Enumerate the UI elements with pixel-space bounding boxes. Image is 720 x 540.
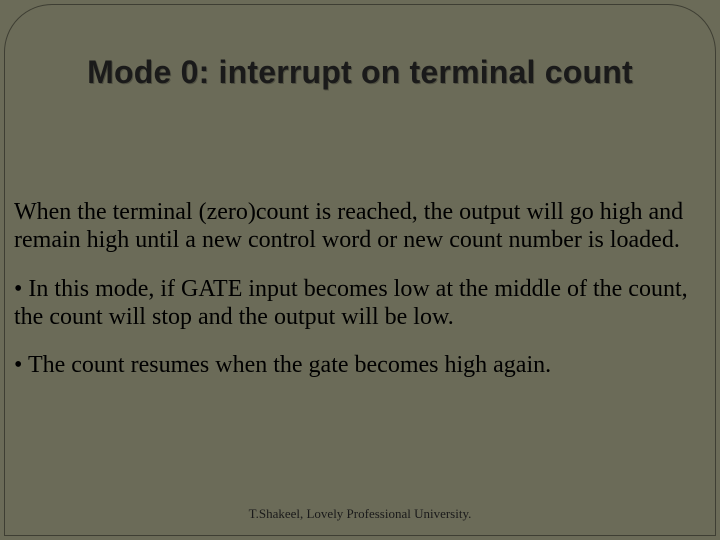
slide: Mode 0: interrupt on terminal count When…	[0, 0, 720, 540]
slide-title: Mode 0: interrupt on terminal count	[0, 54, 720, 91]
body-paragraph-1: When the terminal (zero)count is reached…	[14, 198, 700, 255]
body-paragraph-2: • In this mode, if GATE input becomes lo…	[14, 275, 700, 332]
footer-attribution: T.Shakeel, Lovely Professional Universit…	[0, 506, 720, 522]
body-paragraph-3: • The count resumes when the gate become…	[14, 351, 700, 379]
slide-body: When the terminal (zero)count is reached…	[14, 198, 700, 400]
